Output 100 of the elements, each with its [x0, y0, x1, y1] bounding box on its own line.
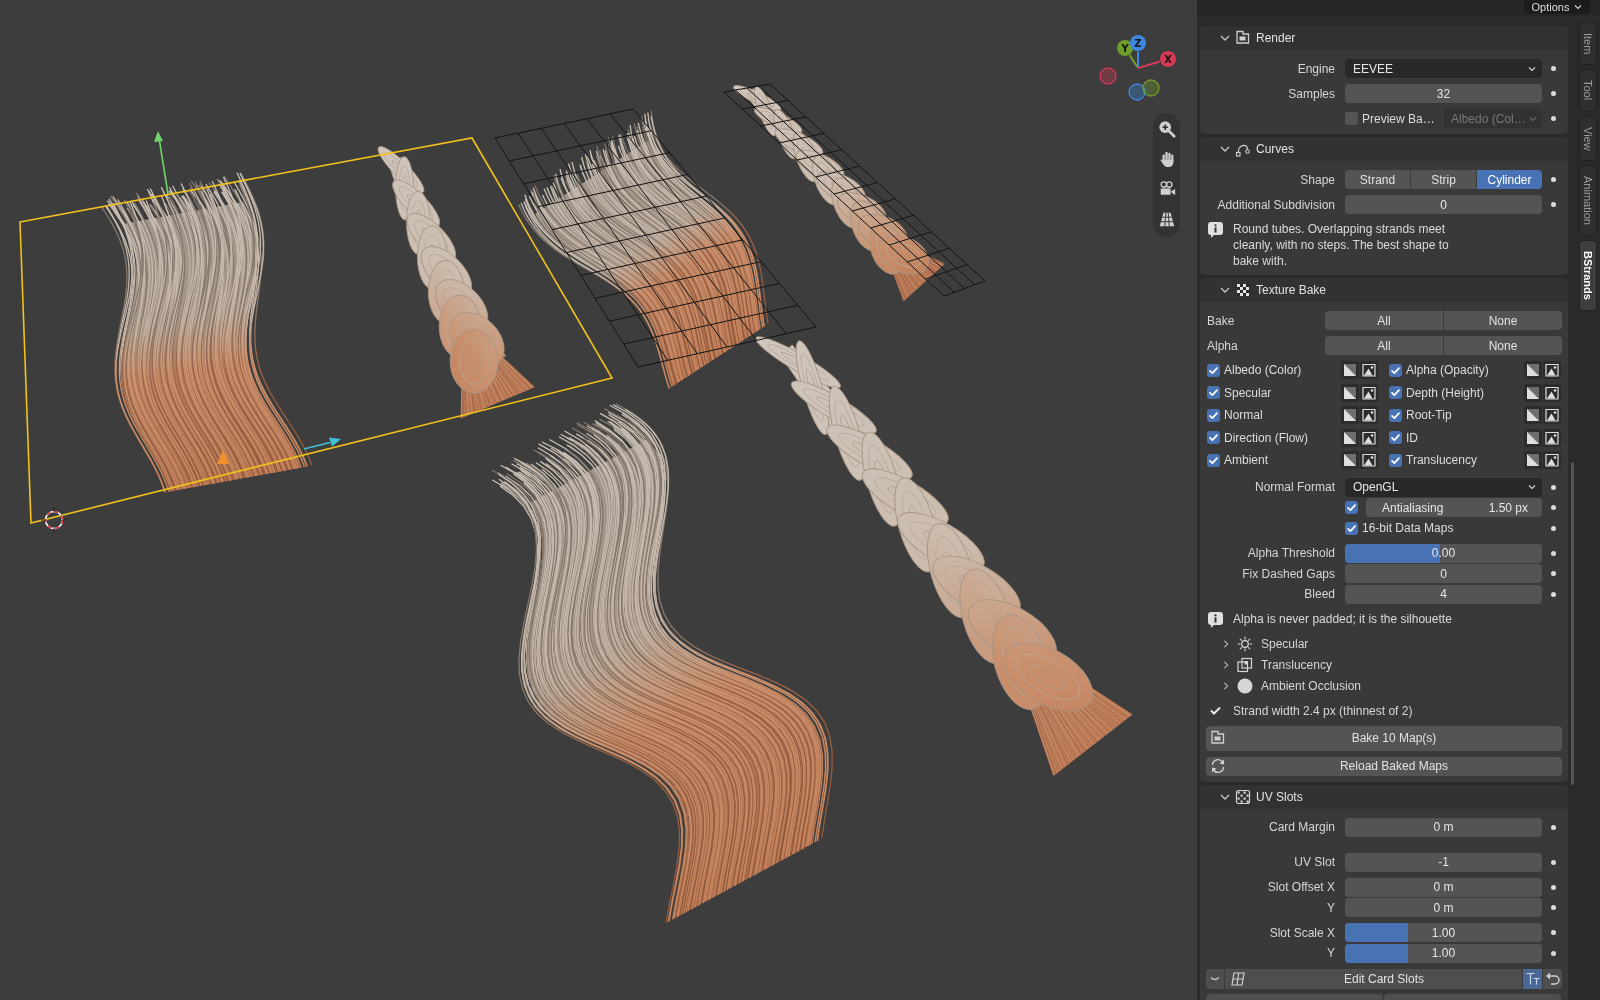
keyframe-dot-icon[interactable] — [1550, 591, 1556, 597]
grid-icon[interactable] — [1157, 210, 1176, 228]
number-field[interactable]: -1 — [1345, 852, 1542, 872]
tool-toggle[interactable] — [1522, 968, 1542, 989]
panel-header[interactable]: Texture Bake — [1200, 278, 1568, 302]
checkbox[interactable] — [1207, 408, 1220, 422]
keyframe-dot-icon[interactable] — [1550, 550, 1556, 556]
panel-header[interactable]: Curves — [1200, 137, 1568, 161]
tool-toggle[interactable] — [1542, 968, 1562, 989]
checkbox[interactable] — [1207, 386, 1220, 400]
info-icon — [1208, 611, 1223, 628]
checkbox[interactable] — [1207, 453, 1220, 467]
keyframe-dot-icon[interactable] — [1550, 950, 1556, 956]
keyframe-dot-icon[interactable] — [1550, 177, 1556, 182]
split-square-icon[interactable] — [1524, 451, 1542, 470]
dropdown[interactable]: OpenGL — [1345, 477, 1542, 497]
subpanel-header[interactable]: Ambient Occlusion — [1200, 675, 1564, 697]
checkbox[interactable] — [1389, 386, 1402, 400]
image-icon[interactable] — [1360, 428, 1378, 447]
checkbox[interactable] — [1389, 363, 1402, 377]
image-icon[interactable] — [1360, 451, 1378, 470]
image-icon[interactable] — [1543, 406, 1561, 425]
split-square-icon[interactable] — [1524, 428, 1542, 447]
keyframe-dot-icon[interactable] — [1550, 525, 1556, 531]
checkbox[interactable] — [1345, 521, 1358, 535]
split-square-icon[interactable] — [1341, 451, 1359, 470]
keyframe-dot-icon[interactable] — [1550, 884, 1556, 890]
image-icon[interactable] — [1360, 383, 1378, 402]
split-square-icon[interactable] — [1524, 361, 1542, 380]
image-icon[interactable] — [1543, 383, 1561, 402]
segment-button[interactable]: Cylinder — [1477, 170, 1542, 189]
panel-header[interactable]: Render — [1200, 26, 1568, 50]
panel-header[interactable]: UV Slots — [1200, 784, 1568, 809]
keyframe-dot-icon[interactable] — [1550, 484, 1556, 490]
side-tab[interactable]: Item — [1579, 22, 1597, 66]
axis-dot-icon[interactable] — [1099, 67, 1117, 85]
side-tab[interactable]: Tool — [1579, 69, 1597, 112]
slider[interactable]: 1.00 — [1345, 923, 1542, 942]
action-button[interactable]: Reload Baked Maps — [1206, 756, 1562, 776]
checkbox[interactable] — [1389, 431, 1402, 445]
checkbox[interactable] — [1207, 363, 1220, 377]
axis-dot-icon[interactable] — [1130, 35, 1146, 51]
split-square-icon[interactable] — [1341, 383, 1359, 402]
checkbox[interactable] — [1389, 453, 1402, 467]
keyframe-dot-icon[interactable] — [1550, 66, 1556, 71]
option-button[interactable]: All — [1325, 336, 1444, 355]
segment-button[interactable]: Strip — [1411, 170, 1477, 189]
keyframe-dot-icon[interactable] — [1550, 91, 1556, 96]
image-icon[interactable] — [1543, 361, 1561, 380]
image-icon[interactable] — [1360, 406, 1378, 425]
side-tab[interactable]: Animation — [1579, 165, 1597, 237]
number-field[interactable]: 32 — [1345, 84, 1542, 103]
subpanel-header[interactable]: Specular — [1200, 633, 1564, 655]
keyframe-dot-icon[interactable] — [1550, 859, 1556, 865]
split-square-icon[interactable] — [1524, 406, 1542, 425]
camera-icon[interactable] — [1157, 180, 1176, 198]
option-button[interactable]: None — [1444, 336, 1562, 355]
checkbox[interactable] — [1389, 408, 1402, 422]
option-button[interactable]: All — [1325, 311, 1444, 330]
zoom-icon[interactable] — [1157, 120, 1176, 138]
keyframe-dot-icon[interactable] — [1550, 571, 1556, 576]
transform-arrow[interactable] — [154, 131, 169, 195]
options-dropdown[interactable]: Options — [1524, 0, 1590, 14]
image-icon[interactable] — [1360, 361, 1378, 380]
dropdown[interactable]: EEVEE — [1345, 59, 1542, 78]
keyframe-dot-icon[interactable] — [1550, 116, 1556, 121]
keyframe-dot-icon[interactable] — [1550, 930, 1556, 935]
keyframe-dot-icon[interactable] — [1550, 824, 1556, 830]
edit-card-slots-button[interactable]: Edit Card Slots — [1225, 968, 1522, 989]
subpanel-header[interactable]: Translucency — [1200, 654, 1564, 676]
action-button[interactable]: Bake 10 Map(s) — [1206, 725, 1562, 751]
axis-dot-icon[interactable] — [1142, 79, 1160, 97]
number-field[interactable]: 0 — [1345, 564, 1542, 583]
axis-dot-icon[interactable] — [1160, 51, 1176, 67]
side-tab[interactable]: BStrands — [1579, 240, 1597, 312]
number-field[interactable]: 4 — [1345, 584, 1542, 604]
checkbox[interactable] — [1345, 501, 1358, 514]
image-icon[interactable] — [1543, 428, 1561, 447]
transform-arrow[interactable] — [303, 437, 341, 450]
number-field[interactable]: 0 m — [1345, 877, 1542, 897]
keyframe-dot-icon[interactable] — [1550, 202, 1556, 207]
split-square-icon[interactable] — [1341, 428, 1359, 447]
axis-dot-icon[interactable] — [1128, 83, 1146, 101]
split-square-icon[interactable] — [1524, 383, 1542, 402]
number-field[interactable]: 0 — [1345, 195, 1542, 214]
checkbox[interactable] — [1207, 431, 1220, 445]
segment-button[interactable]: Strand — [1345, 170, 1411, 189]
number-field[interactable]: 0 m — [1345, 817, 1542, 837]
slider[interactable]: 1.00 — [1345, 943, 1542, 963]
keyframe-dot-icon[interactable] — [1550, 905, 1556, 910]
side-tab[interactable]: View — [1579, 115, 1597, 162]
number-field[interactable]: 0 m — [1345, 898, 1542, 917]
option-button[interactable]: None — [1444, 311, 1562, 330]
split-square-icon[interactable] — [1341, 406, 1359, 425]
split-square-icon[interactable] — [1341, 361, 1359, 380]
image-icon[interactable] — [1543, 451, 1561, 470]
scrollbar[interactable] — [1571, 462, 1574, 785]
collapse-toggle[interactable] — [1206, 968, 1225, 989]
number-field[interactable]: Antialiasing 1.50 px — [1366, 498, 1542, 517]
keyframe-dot-icon[interactable] — [1550, 505, 1556, 510]
